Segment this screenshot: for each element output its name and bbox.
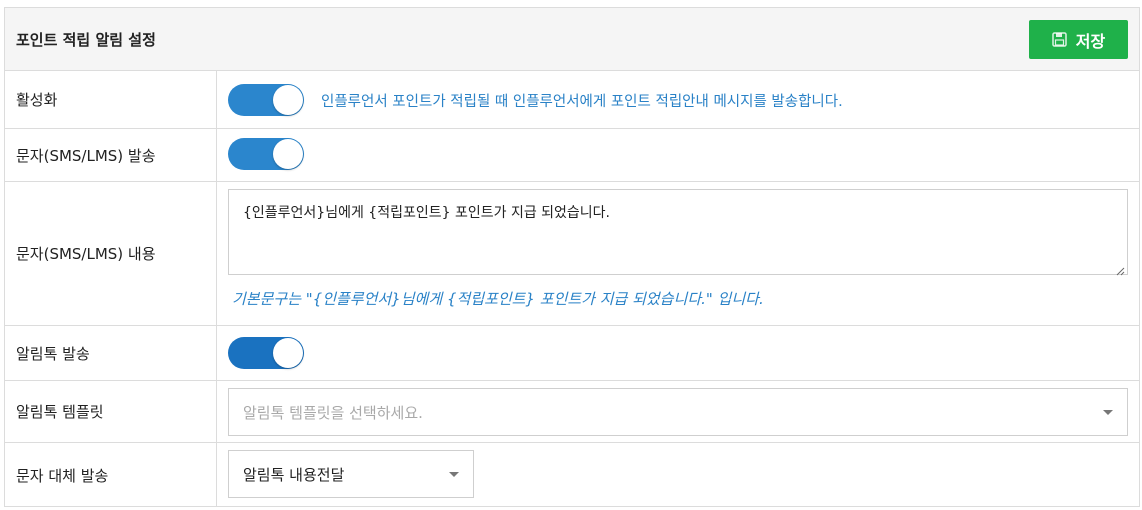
row-label: 문자(SMS/LMS) 발송 <box>5 129 217 181</box>
row-sms-content: 문자(SMS/LMS) 내용 {인플루언서}님에게 {적립포인트} 포인트가 지… <box>5 182 1139 326</box>
select-value: 알림톡 내용전달 <box>243 465 345 484</box>
fallback-send-select[interactable]: 알림톡 내용전달 <box>228 450 474 498</box>
select-placeholder: 알림톡 템플릿을 선택하세요. <box>243 403 423 422</box>
resize-grip-icon[interactable] <box>1115 262 1137 323</box>
alimtalk-send-toggle[interactable] <box>228 337 304 369</box>
row-alimtalk-template: 알림톡 템플릿 알림톡 템플릿을 선택하세요. <box>5 381 1139 443</box>
row-label: 문자(SMS/LMS) 내용 <box>5 182 217 325</box>
toggle-knob <box>273 85 303 115</box>
point-alert-settings-panel: 포인트 적립 알림 설정 저장 활성화 인플루언서 포인트가 적립될 때 인플루… <box>4 7 1140 507</box>
sms-content-textarea[interactable]: {인플루언서}님에게 {적립포인트} 포인트가 지급 되었습니다. <box>228 189 1128 275</box>
row-label: 문자 대체 발송 <box>5 443 217 507</box>
row-label: 활성화 <box>5 71 217 128</box>
save-button-label: 저장 <box>1075 31 1106 51</box>
row-label: 알림톡 템플릿 <box>5 381 217 442</box>
caret-down-icon <box>1103 410 1113 415</box>
sms-default-hint: 기본문구는 "{인플루언서}님에게 {적립포인트} 포인트가 지급 되었습니다.… <box>232 290 764 308</box>
page-title: 포인트 적립 알림 설정 <box>16 31 156 49</box>
alimtalk-template-select[interactable]: 알림톡 템플릿을 선택하세요. <box>228 388 1128 436</box>
floppy-disk-icon <box>1052 32 1067 47</box>
toggle-knob <box>273 338 303 368</box>
panel-header: 포인트 적립 알림 설정 저장 <box>5 8 1139 71</box>
save-button[interactable]: 저장 <box>1029 20 1128 59</box>
row-fallback-send: 문자 대체 발송 알림톡 내용전달 <box>5 443 1139 507</box>
row-value: 알림톡 내용전달 <box>217 443 1139 507</box>
caret-down-icon <box>449 472 459 477</box>
row-alimtalk-send: 알림톡 발송 <box>5 326 1139 381</box>
activation-hint: 인플루언서 포인트가 적립될 때 인플루언서에게 포인트 적립안내 메시지를 발… <box>321 94 843 110</box>
row-value: {인플루언서}님에게 {적립포인트} 포인트가 지급 되었습니다. 기본문구는 … <box>217 182 1139 325</box>
row-label: 알림톡 발송 <box>5 326 217 380</box>
row-sms-send: 문자(SMS/LMS) 발송 <box>5 129 1139 182</box>
row-value <box>217 129 1139 181</box>
toggle-knob <box>273 139 303 169</box>
row-value <box>217 326 1139 380</box>
row-activation: 활성화 인플루언서 포인트가 적립될 때 인플루언서에게 포인트 적립안내 메시… <box>5 71 1139 129</box>
sms-send-toggle[interactable] <box>228 138 304 170</box>
row-value: 알림톡 템플릿을 선택하세요. <box>217 381 1139 442</box>
activation-toggle[interactable] <box>228 84 304 116</box>
row-value: 인플루언서 포인트가 적립될 때 인플루언서에게 포인트 적립안내 메시지를 발… <box>217 71 1139 128</box>
